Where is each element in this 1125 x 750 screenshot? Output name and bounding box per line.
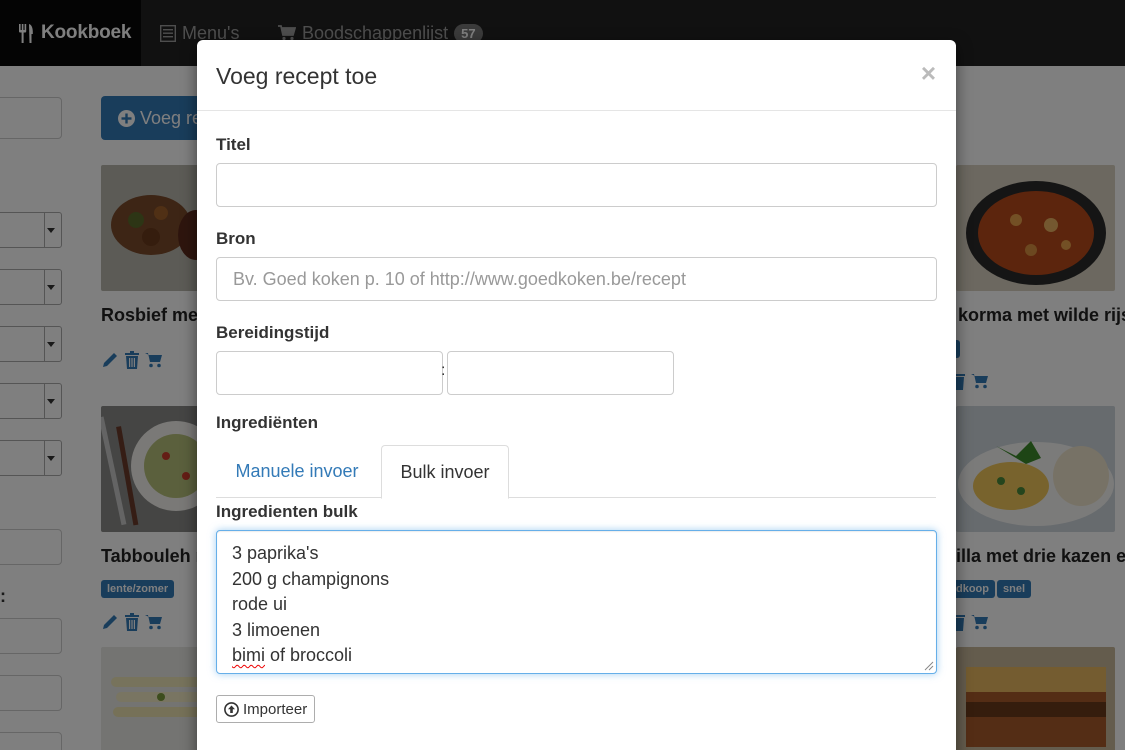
tab-bulk-input[interactable]: Bulk invoer bbox=[381, 445, 509, 499]
ingredients-label: Ingrediënten bbox=[216, 413, 319, 432]
modal-title: Voeg recept toe bbox=[216, 63, 378, 89]
bulk-line: 3 paprika's bbox=[232, 543, 319, 563]
source-input[interactable] bbox=[216, 257, 937, 301]
tab-manual-input[interactable]: Manuele invoer bbox=[216, 445, 378, 498]
misspelled-word: bimi bbox=[232, 645, 266, 665]
modal-header: Voeg recept toe × bbox=[197, 40, 956, 111]
resize-handle-icon[interactable] bbox=[924, 661, 934, 671]
bulk-ingredients-textarea[interactable]: 3 paprika's 200 g champignons rode ui 3 … bbox=[216, 530, 937, 674]
bulk-line: rode ui bbox=[232, 594, 288, 614]
bulk-line: bimi of broccoli bbox=[232, 643, 921, 669]
source-label: Bron bbox=[216, 229, 256, 248]
prep-time-hours-input[interactable] bbox=[216, 351, 443, 395]
prep-time-label: Bereidingstijd bbox=[216, 323, 330, 342]
prep-time-minutes-input[interactable] bbox=[447, 351, 674, 395]
bulk-ingredients-label: Ingredienten bulk bbox=[216, 502, 358, 521]
bulk-line: 3 limoenen bbox=[232, 619, 321, 640]
close-icon[interactable]: × bbox=[921, 60, 936, 86]
add-recipe-modal: Voeg recept toe × Titel Bron Bereidingst… bbox=[197, 40, 956, 750]
bulk-line-rest: of broccoli bbox=[265, 645, 353, 665]
bulk-line: 200 g champignons bbox=[232, 568, 390, 589]
prep-time-separator: : bbox=[441, 362, 446, 379]
title-input[interactable] bbox=[216, 163, 937, 207]
upload-circle-icon bbox=[224, 701, 239, 717]
title-label: Titel bbox=[216, 135, 251, 154]
ingredients-tabs: Manuele invoer Bulk invoer bbox=[216, 445, 936, 499]
import-button[interactable]: Importeer bbox=[216, 695, 316, 723]
import-button-label: Importeer bbox=[243, 700, 308, 718]
